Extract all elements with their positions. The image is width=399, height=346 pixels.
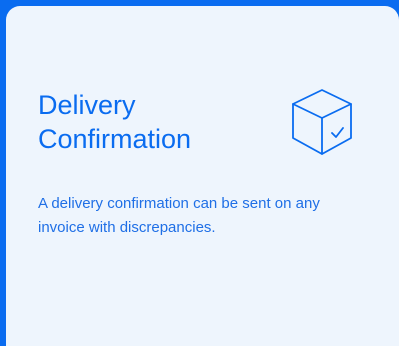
delivery-confirmation-card: Delivery Confirmation A delivery confirm… — [6, 6, 399, 346]
card-description: A delivery confirmation can be sent on a… — [38, 195, 320, 236]
card-title-line-2: Confirmation — [38, 124, 192, 154]
package-check-icon — [292, 89, 352, 155]
card-title: Delivery Confirmation — [38, 88, 258, 156]
card-title-line-1: Delivery — [38, 90, 136, 120]
